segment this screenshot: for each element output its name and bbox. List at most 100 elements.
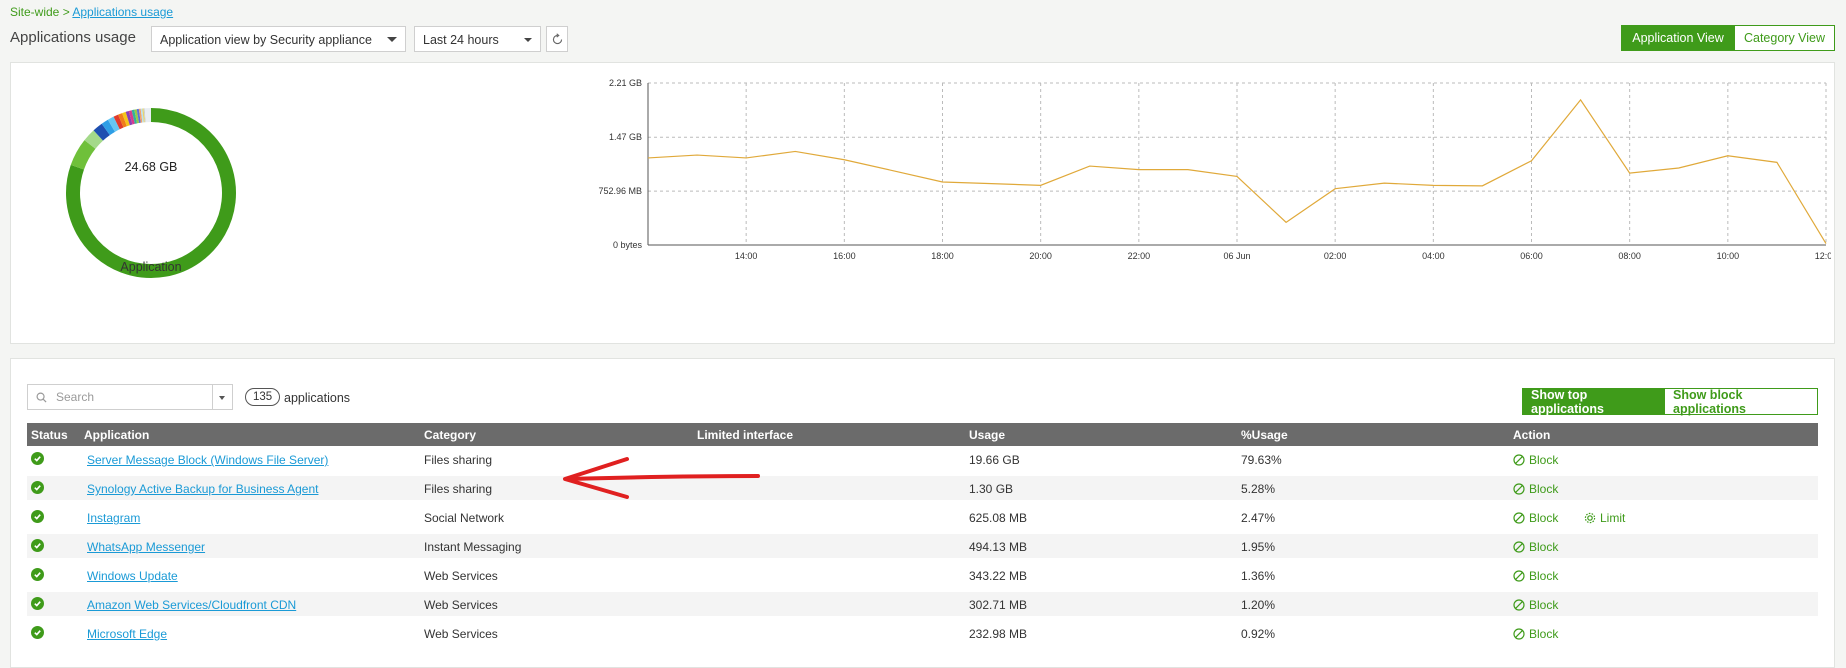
pct-usage-cell: 1.20% [1241,598,1275,612]
block-label: Block [1529,540,1558,554]
x-tick-label: 14:00 [735,251,758,261]
block-action[interactable]: Block [1513,482,1558,496]
y-tick-label: 752.96 MB [598,186,642,196]
application-link[interactable]: Microsoft Edge [87,627,167,641]
refresh-button[interactable] [546,26,568,52]
col-status[interactable]: Status [31,428,68,442]
application-link[interactable]: Amazon Web Services/Cloudfront CDN [87,598,296,612]
show-block-applications-button[interactable]: Show block applications [1665,388,1818,415]
x-tick-label: 22:00 [1128,251,1151,261]
breadcrumb-root[interactable]: Site-wide > [10,5,70,19]
block-icon [1513,541,1525,553]
gear-icon [1584,512,1596,524]
block-action[interactable]: Block [1513,511,1558,525]
applications-count-label: applications [284,391,350,405]
list-toggle: Show top applications Show block applica… [1522,388,1818,415]
pct-usage-cell: 1.36% [1241,569,1275,583]
application-view-button[interactable]: Application View [1621,25,1735,51]
block-label: Block [1529,453,1558,467]
block-icon [1513,454,1525,466]
block-icon [1513,628,1525,640]
table-row: Microsoft Edge Web Services 232.98 MB 0.… [27,621,1818,645]
usage-line-chart: 0 bytes752.96 MB1.47 GB2.21 GB14:0016:00… [561,77,1831,312]
application-link[interactable]: Instagram [87,511,140,525]
donut-slice[interactable] [124,119,127,120]
search-input[interactable]: Search [27,384,213,410]
donut-slice[interactable] [111,123,116,126]
x-tick-label: 10:00 [1717,251,1740,261]
block-label: Block [1529,511,1558,525]
block-action[interactable]: Block [1513,569,1558,583]
view-select-value: Application view by Security appliance [160,33,372,47]
x-tick-label: 12:00 [1815,251,1831,261]
chevron-down-icon [387,37,397,42]
limit-action[interactable]: Limit [1584,511,1625,525]
view-select[interactable]: Application view by Security appliance [151,26,406,52]
block-action[interactable]: Block [1513,540,1558,554]
block-label: Block [1529,482,1558,496]
chevron-down-icon [524,38,532,42]
donut-slice[interactable] [117,121,121,123]
block-icon [1513,599,1525,611]
donut-total: 24.68 GB [81,160,221,174]
applications-count: 135 [245,388,280,406]
donut-slice[interactable] [98,129,105,135]
y-tick-label: 2.21 GB [609,78,642,88]
pct-usage-cell: 2.47% [1241,511,1275,525]
usage-overview-panel: 24.68 GB Application 0 bytes752.96 MB1.4… [10,62,1835,344]
block-action[interactable]: Block [1513,627,1558,641]
col-pct-usage[interactable]: %Usage [1241,428,1288,442]
status-ok-icon [31,539,44,552]
pct-usage-cell: 0.92% [1241,627,1275,641]
y-tick-label: 1.47 GB [609,132,642,142]
table-row: Server Message Block (Windows File Serve… [27,447,1818,471]
donut-slice[interactable] [128,118,131,119]
donut-slice[interactable] [121,120,125,121]
applications-panel: Search 135 applications Show top applica… [10,358,1835,668]
y-tick-label: 0 bytes [613,240,643,250]
application-link[interactable]: Windows Update [87,569,178,583]
application-link[interactable]: WhatsApp Messenger [87,540,205,554]
category-cell: Instant Messaging [424,540,521,554]
x-tick-label: 08:00 [1618,251,1641,261]
block-label: Block [1529,627,1558,641]
application-link[interactable]: Server Message Block (Windows File Serve… [87,453,328,467]
x-tick-label: 04:00 [1422,251,1445,261]
view-toggle: Application View Category View [1621,25,1835,51]
search-filter-dropdown[interactable] [213,384,233,410]
donut-slice[interactable] [106,126,112,130]
x-tick-label: 18:00 [931,251,954,261]
col-application[interactable]: Application [84,428,149,442]
status-ok-icon [31,568,44,581]
donut-slice[interactable] [133,117,135,118]
col-usage[interactable]: Usage [969,428,1005,442]
status-ok-icon [31,452,44,465]
usage-cell: 343.22 MB [969,569,1027,583]
col-category[interactable]: Category [424,428,476,442]
x-tick-label: 02:00 [1324,251,1347,261]
page-title: Applications usage [10,29,136,46]
usage-cell: 1.30 GB [969,482,1013,496]
category-view-button[interactable]: Category View [1735,25,1835,51]
donut-slice[interactable] [131,117,134,118]
breadcrumb-current[interactable]: Applications usage [72,5,173,19]
col-action[interactable]: Action [1513,428,1550,442]
donut-slice[interactable] [90,136,98,145]
breadcrumb: Site-wide > Applications usage [10,5,173,19]
block-action[interactable]: Block [1513,453,1558,467]
col-limited-interface[interactable]: Limited interface [697,428,793,442]
x-tick-label: 06 Jun [1223,251,1250,261]
category-cell: Web Services [424,569,498,583]
usage-cell: 494.13 MB [969,540,1027,554]
block-action[interactable]: Block [1513,598,1558,612]
status-ok-icon [31,626,44,639]
category-cell: Web Services [424,598,498,612]
show-top-applications-button[interactable]: Show top applications [1522,388,1665,415]
usage-cell: 302.71 MB [969,598,1027,612]
x-tick-label: 20:00 [1029,251,1052,261]
range-select[interactable]: Last 24 hours [414,26,541,52]
table-row: Synology Active Backup for Business Agen… [27,476,1818,500]
application-link[interactable]: Synology Active Backup for Business Agen… [87,482,318,496]
table-row: WhatsApp Messenger Instant Messaging 494… [27,534,1818,558]
usage-cell: 625.08 MB [969,511,1027,525]
